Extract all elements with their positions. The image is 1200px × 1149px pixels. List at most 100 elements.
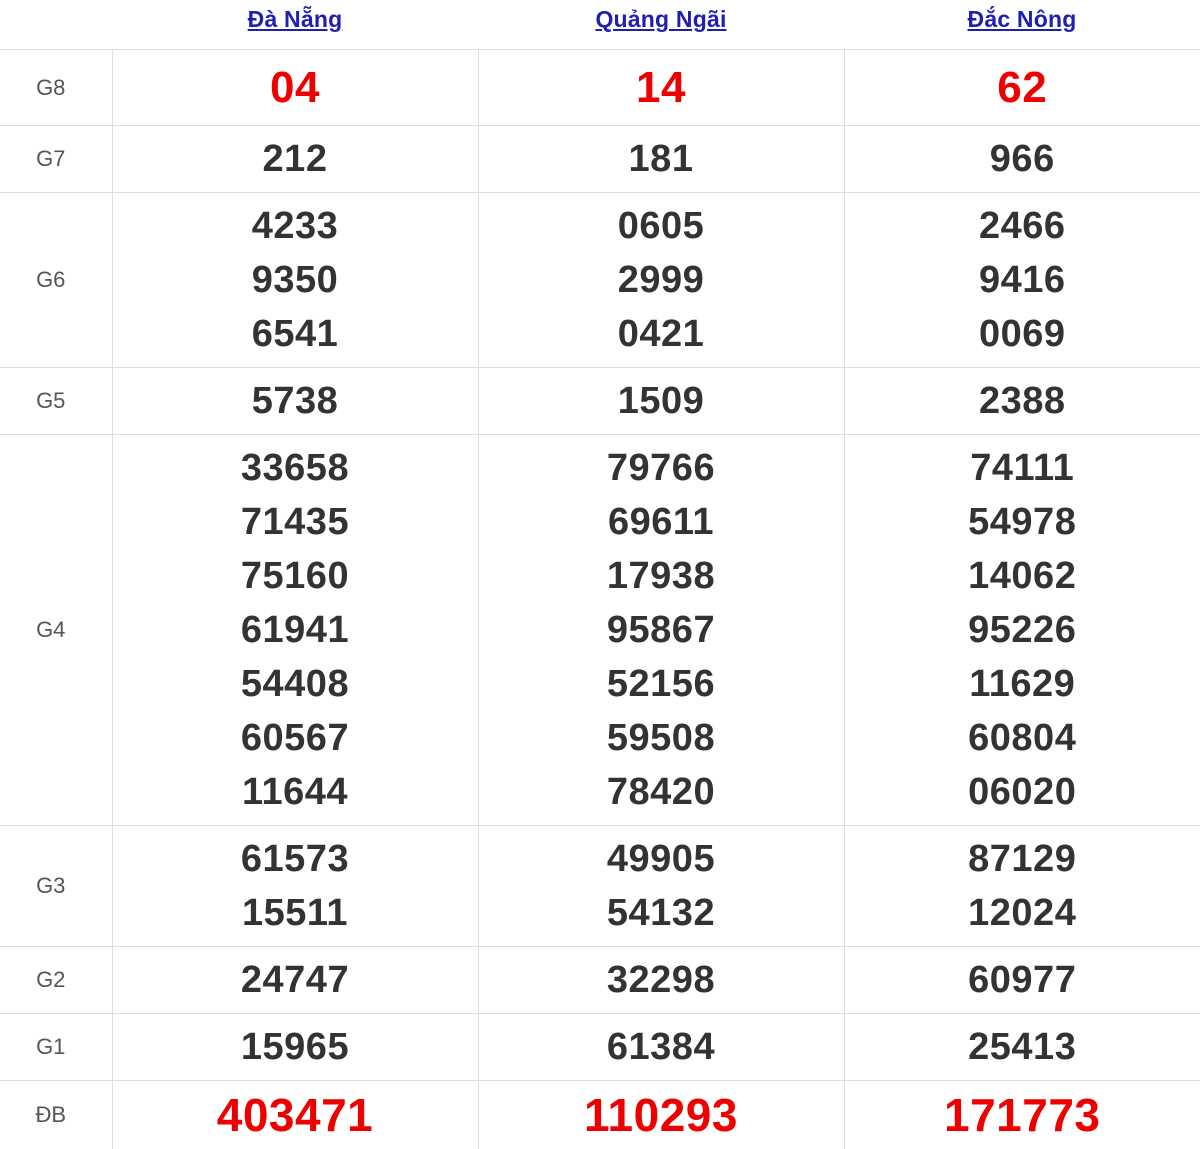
result-number: 75160 (113, 549, 478, 603)
result-number: 52156 (479, 657, 844, 711)
result-number: 60977 (845, 953, 1200, 1007)
prize-row-g3: G3615731551149905541328712912024 (0, 826, 1200, 947)
result-cell-db-quang-ngai: 110293 (478, 1081, 844, 1149)
result-cell-g4-quang-ngai: 79766696111793895867521565950878420 (478, 435, 844, 826)
result-number: 5738 (113, 374, 478, 428)
province-header-dac-nong: Đắc Nông (844, 0, 1200, 50)
result-number: 12024 (845, 886, 1200, 940)
result-number: 9350 (113, 253, 478, 307)
result-cell-g6-da-nang: 423393506541 (112, 193, 478, 368)
result-number: 95226 (845, 603, 1200, 657)
result-number: 32298 (479, 953, 844, 1007)
result-number: 95867 (479, 603, 844, 657)
result-number: 171773 (845, 1088, 1200, 1142)
result-cell-g6-dac-nong: 246694160069 (844, 193, 1200, 368)
result-number: 04 (113, 61, 478, 115)
header-blank-cell (0, 0, 112, 50)
result-number: 4233 (113, 199, 478, 253)
result-cell-g6-quang-ngai: 060529990421 (478, 193, 844, 368)
result-cell-g2-da-nang: 24747 (112, 947, 478, 1014)
prize-row-g5: G5573815092388 (0, 368, 1200, 435)
result-number: 1509 (479, 374, 844, 428)
result-number: 24747 (113, 953, 478, 1007)
result-cell-g8-da-nang: 04 (112, 50, 478, 126)
result-number: 6541 (113, 307, 478, 361)
result-number: 06020 (845, 765, 1200, 819)
province-link-dac-nong[interactable]: Đắc Nông (968, 6, 1077, 33)
result-cell-g7-da-nang: 212 (112, 126, 478, 193)
result-cell-g1-da-nang: 15965 (112, 1014, 478, 1081)
result-number: 87129 (845, 832, 1200, 886)
result-number: 0421 (479, 307, 844, 361)
prize-label-g5: G5 (0, 368, 112, 435)
result-number: 62 (845, 61, 1200, 115)
prize-row-g2: G2247473229860977 (0, 947, 1200, 1014)
result-number: 2466 (845, 199, 1200, 253)
province-link-da-nang[interactable]: Đà Nẵng (248, 6, 343, 33)
province-link-quang-ngai[interactable]: Quảng Ngãi (595, 6, 726, 33)
result-cell-g2-quang-ngai: 32298 (478, 947, 844, 1014)
result-number: 15511 (113, 886, 478, 940)
result-number: 59508 (479, 711, 844, 765)
lottery-results-table: Đà Nẵng Quảng Ngãi Đắc Nông G8041462G721… (0, 0, 1200, 1149)
result-number: 60567 (113, 711, 478, 765)
result-cell-g1-quang-ngai: 61384 (478, 1014, 844, 1081)
result-cell-db-da-nang: 403471 (112, 1081, 478, 1149)
result-number: 61941 (113, 603, 478, 657)
result-number: 11629 (845, 657, 1200, 711)
result-cell-g4-dac-nong: 74111549781406295226116296080406020 (844, 435, 1200, 826)
result-number: 69611 (479, 495, 844, 549)
result-cell-g8-quang-ngai: 14 (478, 50, 844, 126)
province-header-row: Đà Nẵng Quảng Ngãi Đắc Nông (0, 0, 1200, 50)
prize-label-db: ĐB (0, 1081, 112, 1149)
result-number: 74111 (845, 441, 1200, 495)
result-cell-g7-quang-ngai: 181 (478, 126, 844, 193)
result-number: 15965 (113, 1020, 478, 1074)
result-cell-g5-da-nang: 5738 (112, 368, 478, 435)
result-cell-g4-da-nang: 33658714357516061941544086056711644 (112, 435, 478, 826)
prize-row-g1: G1159656138425413 (0, 1014, 1200, 1081)
result-cell-g8-dac-nong: 62 (844, 50, 1200, 126)
result-number: 212 (113, 132, 478, 186)
result-number: 61384 (479, 1020, 844, 1074)
result-number: 78420 (479, 765, 844, 819)
result-cell-g1-dac-nong: 25413 (844, 1014, 1200, 1081)
prize-label-g3: G3 (0, 826, 112, 947)
result-number: 14 (479, 61, 844, 115)
result-number: 49905 (479, 832, 844, 886)
result-number: 54408 (113, 657, 478, 711)
prize-row-g7: G7212181966 (0, 126, 1200, 193)
result-cell-g3-da-nang: 6157315511 (112, 826, 478, 947)
result-number: 11644 (113, 765, 478, 819)
result-number: 33658 (113, 441, 478, 495)
result-number: 110293 (479, 1088, 844, 1142)
result-cell-g3-quang-ngai: 4990554132 (478, 826, 844, 947)
result-cell-db-dac-nong: 171773 (844, 1081, 1200, 1149)
result-cell-g7-dac-nong: 966 (844, 126, 1200, 193)
province-header-quang-ngai: Quảng Ngãi (478, 0, 844, 50)
result-number: 403471 (113, 1088, 478, 1142)
result-cell-g5-dac-nong: 2388 (844, 368, 1200, 435)
result-cell-g5-quang-ngai: 1509 (478, 368, 844, 435)
result-number: 25413 (845, 1020, 1200, 1074)
result-number: 71435 (113, 495, 478, 549)
result-number: 61573 (113, 832, 478, 886)
prize-row-g6: G6423393506541060529990421246694160069 (0, 193, 1200, 368)
result-number: 0069 (845, 307, 1200, 361)
result-number: 54132 (479, 886, 844, 940)
prize-label-g4: G4 (0, 435, 112, 826)
result-number: 14062 (845, 549, 1200, 603)
result-number: 79766 (479, 441, 844, 495)
result-cell-g3-dac-nong: 8712912024 (844, 826, 1200, 947)
prize-label-g7: G7 (0, 126, 112, 193)
prize-label-g6: G6 (0, 193, 112, 368)
result-number: 0605 (479, 199, 844, 253)
result-number: 54978 (845, 495, 1200, 549)
result-number: 966 (845, 132, 1200, 186)
prize-label-g1: G1 (0, 1014, 112, 1081)
prize-row-g4: G433658714357516061941544086056711644797… (0, 435, 1200, 826)
prize-label-g8: G8 (0, 50, 112, 126)
result-number: 17938 (479, 549, 844, 603)
prize-label-g2: G2 (0, 947, 112, 1014)
prize-row-g8: G8041462 (0, 50, 1200, 126)
